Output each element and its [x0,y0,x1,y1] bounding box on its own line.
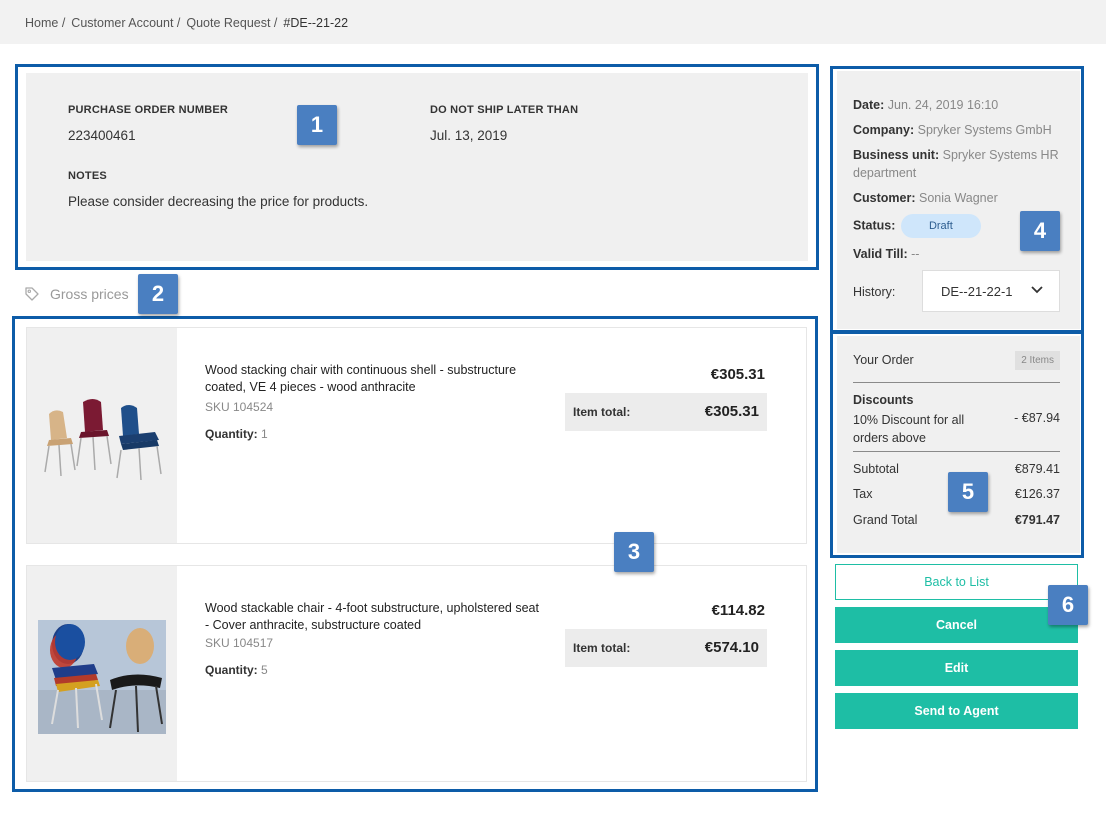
annotation-box-1 [15,64,819,270]
breadcrumb-customer-account[interactable]: Customer Account / [71,16,180,30]
breadcrumb: Home / Customer Account / Quote Request … [25,16,354,30]
breadcrumb-home[interactable]: Home / [25,16,65,30]
gross-prices-label: Gross prices [50,286,129,302]
cancel-button[interactable]: Cancel [835,607,1078,643]
breadcrumb-current: #DE--21-22 [283,16,349,30]
annotation-badge-6: 6 [1048,585,1088,625]
breadcrumb-quote-request[interactable]: Quote Request / [186,16,277,30]
annotation-box-5 [830,331,1084,558]
annotation-box-3 [12,316,818,792]
send-to-agent-button[interactable]: Send to Agent [835,693,1078,729]
annotation-badge-1: 1 [297,105,337,145]
annotation-badge-2: 2 [138,274,178,314]
annotation-badge-4: 4 [1020,211,1060,251]
back-to-list-button[interactable]: Back to List [835,564,1078,600]
annotation-badge-5: 5 [948,472,988,512]
annotation-box-4 [830,66,1084,333]
annotation-badge-3: 3 [614,532,654,572]
gross-prices-indicator: Gross prices [24,286,129,302]
price-tag-icon [25,287,39,301]
edit-button[interactable]: Edit [835,650,1078,686]
top-bar: Home / Customer Account / Quote Request … [0,0,1106,44]
